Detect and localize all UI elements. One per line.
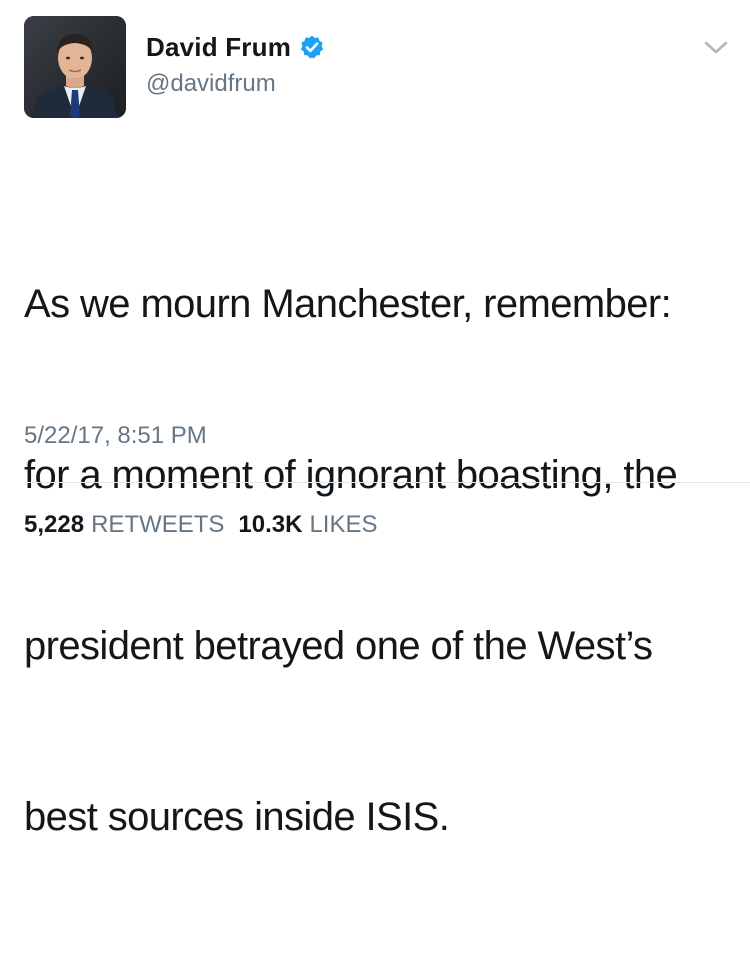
retweets-count: 5,228 (24, 511, 85, 538)
avatar-photo (24, 16, 126, 118)
author-display-name[interactable]: David Frum (146, 32, 291, 63)
tweet-detail: David Frum @davidfrum As we mourn Manche… (0, 0, 750, 839)
author-name-row[interactable]: David Frum (146, 30, 325, 64)
likes-stat[interactable]: 10.3K LIKES (238, 511, 377, 539)
author-handle[interactable]: @davidfrum (146, 70, 276, 98)
tweet-text-line: for a moment of ignorant boasting, the (24, 453, 678, 497)
chevron-down-icon[interactable] (702, 38, 730, 58)
retweets-stat[interactable]: 5,228 RETWEETS (24, 511, 224, 539)
tweet-timestamp[interactable]: 5/22/17, 8:51 PM (24, 422, 207, 450)
tweet-text-line: president betrayed one of the West’s (24, 624, 653, 668)
verified-badge-icon (299, 34, 325, 60)
likes-count: 10.3K (238, 511, 303, 538)
tweet-text: As we mourn Manchester, remember: for a … (24, 162, 724, 960)
tweet-text-line: As we mourn Manchester, remember: (24, 282, 672, 326)
tweet-text-line: best sources inside ISIS. (24, 795, 450, 839)
tweet-stats: 5,228 RETWEETS 10.3K LIKES (24, 511, 378, 539)
likes-label: LIKES (309, 511, 378, 538)
avatar[interactable] (24, 16, 126, 118)
divider (24, 482, 750, 483)
retweets-label: RETWEETS (91, 511, 225, 538)
